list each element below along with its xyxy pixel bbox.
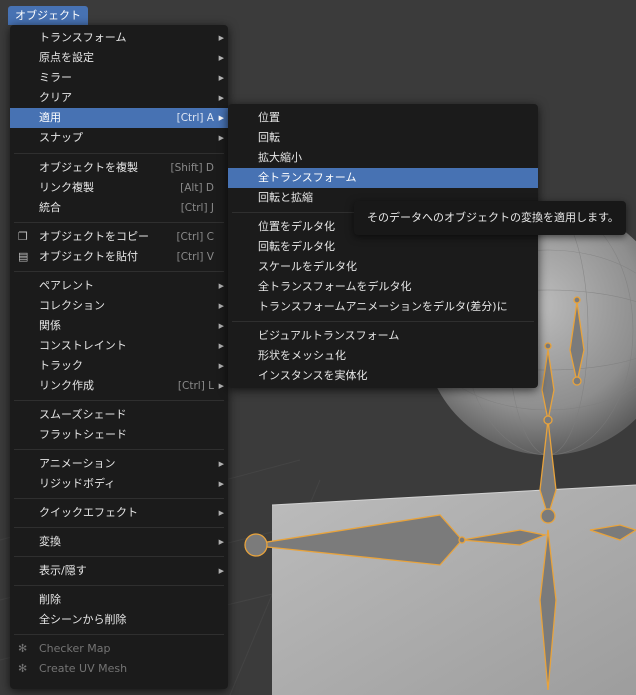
- submenu-item-location[interactable]: 位置: [228, 108, 538, 128]
- submenu-arrow-icon: ▶: [218, 54, 224, 62]
- apply-submenu: 位置 回転 拡大縮小 全トランスフォーム 回転と拡縮 位置をデルタ化 回転をデル…: [228, 104, 538, 388]
- submenu-item-visual-geometry[interactable]: 形状をメッシュ化: [228, 346, 538, 366]
- menu-item-link-make[interactable]: リンク作成 [Ctrl] L ▶: [10, 376, 228, 396]
- submenu-item-visual-transform[interactable]: ビジュアルトランスフォーム: [228, 326, 538, 346]
- object-menu-button[interactable]: オブジェクト: [8, 6, 88, 25]
- menu-separator: [14, 153, 224, 154]
- submenu-item-rotation-to-deltas[interactable]: 回転をデルタ化: [228, 237, 538, 257]
- menu-separator: [14, 400, 224, 401]
- menu-item-show-hide[interactable]: 表示/隠す ▶: [10, 561, 228, 581]
- submenu-item-rotation[interactable]: 回転: [228, 128, 538, 148]
- menu-item-paste[interactable]: ▤ オブジェクトを貼付 [Ctrl] V: [10, 247, 228, 267]
- submenu-arrow-icon: ▶: [218, 322, 224, 330]
- plugin-icon: ✻: [18, 642, 28, 655]
- shortcut-label: [Ctrl] L: [177, 380, 214, 392]
- menu-item-quick-effects[interactable]: クイックエフェクト ▶: [10, 503, 228, 523]
- menu-separator: [14, 498, 224, 499]
- menu-item-collection[interactable]: コレクション ▶: [10, 296, 228, 316]
- submenu-arrow-icon: ▶: [218, 538, 224, 546]
- submenu-arrow-icon: ▶: [218, 509, 224, 517]
- menu-item-parent[interactable]: ペアレント ▶: [10, 276, 228, 296]
- submenu-arrow-icon: ▶: [218, 362, 224, 370]
- menu-item-shade-smooth[interactable]: スムーズシェード: [10, 405, 228, 425]
- menu-item-relations[interactable]: 関係 ▶: [10, 316, 228, 336]
- submenu-arrow-icon: ▶: [218, 460, 224, 468]
- menu-item-convert[interactable]: 変換 ▶: [10, 532, 228, 552]
- menu-separator: [14, 556, 224, 557]
- object-menu: トランスフォーム ▶ 原点を設定 ▶ ミラー ▶ クリア ▶ 適用 [Ctrl] A ▶ ス…: [10, 25, 228, 689]
- menu-item-link-duplicate[interactable]: リンク複製 [Alt] D: [10, 178, 228, 198]
- menu-item-delete[interactable]: 削除: [10, 590, 228, 610]
- plugin-icon: ✻: [18, 662, 28, 675]
- menu-item-delete-global[interactable]: 全シーンから削除: [10, 610, 228, 630]
- menu-separator: [14, 527, 224, 528]
- submenu-arrow-icon: ▶: [218, 74, 224, 82]
- menu-item-clear[interactable]: クリア ▶: [10, 88, 228, 108]
- submenu-arrow-icon: ▶: [218, 382, 224, 390]
- menu-item-shade-flat[interactable]: フラットシェード: [10, 425, 228, 445]
- menu-item-constraint[interactable]: コンストレイント ▶: [10, 336, 228, 356]
- submenu-item-scale[interactable]: 拡大縮小: [228, 148, 538, 168]
- shortcut-label: [Ctrl] J: [180, 202, 214, 214]
- menu-item-duplicate[interactable]: オブジェクトを複製 [Shift] D: [10, 158, 228, 178]
- menu-item-apply[interactable]: 適用 [Ctrl] A ▶: [10, 108, 228, 128]
- shortcut-label: [Shift] D: [170, 162, 214, 174]
- submenu-arrow-icon: ▶: [218, 94, 224, 102]
- shortcut-label: [Alt] D: [180, 182, 214, 194]
- menu-separator: [14, 271, 224, 272]
- menu-item-track[interactable]: トラック ▶: [10, 356, 228, 376]
- submenu-arrow-icon: ▶: [218, 567, 224, 575]
- menu-item-checker-map[interactable]: ✻ Checker Map: [10, 639, 228, 659]
- paste-icon: ▤: [18, 250, 29, 263]
- submenu-arrow-icon: ▶: [218, 134, 224, 142]
- cube-mesh: [272, 485, 636, 695]
- submenu-item-anim-to-deltas[interactable]: トランスフォームアニメーションをデルタ(差分)に: [228, 297, 538, 317]
- menu-separator: [14, 634, 224, 635]
- menu-separator: [14, 222, 224, 223]
- menu-separator: [232, 321, 534, 322]
- menu-item-snap[interactable]: スナップ ▶: [10, 128, 228, 148]
- submenu-item-all-transforms[interactable]: 全トランスフォーム: [228, 168, 538, 188]
- menu-item-mirror[interactable]: ミラー ▶: [10, 68, 228, 88]
- menu-item-animation[interactable]: アニメーション ▶: [10, 454, 228, 474]
- submenu-item-all-to-deltas[interactable]: 全トランスフォームをデルタ化: [228, 277, 538, 297]
- menu-item-transform[interactable]: トランスフォーム ▶: [10, 28, 228, 48]
- submenu-arrow-icon: ▶: [218, 282, 224, 290]
- submenu-arrow-icon: ▶: [218, 342, 224, 350]
- submenu-item-make-instances-real[interactable]: インスタンスを実体化: [228, 366, 538, 386]
- menu-item-create-uv-mesh[interactable]: ✻ Create UV Mesh: [10, 659, 228, 679]
- copy-icon: ❐: [18, 230, 28, 243]
- menu-item-join[interactable]: 統合 [Ctrl] J: [10, 198, 228, 218]
- submenu-arrow-icon: ▶: [218, 480, 224, 488]
- menu-separator: [14, 449, 224, 450]
- submenu-arrow-icon: ▶: [218, 114, 224, 122]
- submenu-arrow-icon: ▶: [218, 302, 224, 310]
- menu-separator: [14, 585, 224, 586]
- shortcut-label: [Ctrl] C: [176, 231, 214, 243]
- menu-item-copy[interactable]: ❐ オブジェクトをコピー [Ctrl] C: [10, 227, 228, 247]
- menu-item-set-origin[interactable]: 原点を設定 ▶: [10, 48, 228, 68]
- tooltip: そのデータへのオブジェクトの変換を適用します。: [354, 201, 626, 235]
- shortcut-label: [Ctrl] V: [176, 251, 214, 263]
- menu-item-rigid-body[interactable]: リジッドボディ ▶: [10, 474, 228, 494]
- shortcut-label: [Ctrl] A: [176, 112, 214, 124]
- submenu-item-scale-to-deltas[interactable]: スケールをデルタ化: [228, 257, 538, 277]
- submenu-arrow-icon: ▶: [218, 34, 224, 42]
